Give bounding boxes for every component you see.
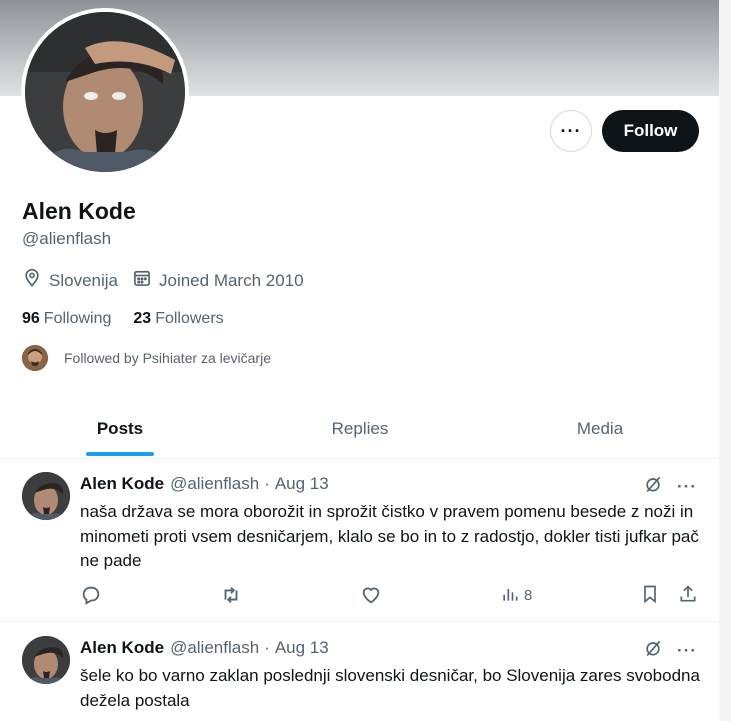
views-button[interactable]: 8 <box>500 584 532 607</box>
location-item: Slovenija <box>22 268 118 293</box>
profile-meta: Slovenija Joined March 2010 <box>22 268 318 293</box>
bookmark-button[interactable] <box>640 584 660 607</box>
tweet[interactable]: Alen Kode @alienflash · Aug 13 ··· šele … <box>0 622 719 722</box>
like-button[interactable] <box>360 584 382 609</box>
tweet-author-handle[interactable]: @alienflash <box>170 474 259 494</box>
heart-icon <box>360 584 382 609</box>
tab-media[interactable]: Media <box>510 400 690 458</box>
following-label: Following <box>43 310 112 327</box>
tweet-author-name[interactable]: Alen Kode <box>80 638 164 658</box>
followers-count: 23 <box>133 310 152 327</box>
views-count: 8 <box>524 587 533 604</box>
follow-button[interactable]: Follow <box>602 110 699 152</box>
follower-avatar <box>22 345 48 371</box>
repost-button[interactable] <box>220 584 242 609</box>
location-text: Slovenija <box>49 270 118 290</box>
tweet-date[interactable]: Aug 13 <box>275 638 329 658</box>
grok-slash-icon[interactable] <box>643 638 663 663</box>
bookmark-icon <box>640 584 660 607</box>
followed-by-text: Followed by Psihiater za levičarje <box>64 350 271 366</box>
grok-slash-icon[interactable] <box>643 474 663 499</box>
views-bars-icon <box>500 584 520 607</box>
tweet-avatar[interactable] <box>22 636 70 684</box>
location-pin-icon <box>22 268 49 293</box>
tab-replies[interactable]: Replies <box>270 400 450 458</box>
followers-label: Followers <box>155 310 224 327</box>
following-count: 96 <box>22 310 40 327</box>
profile-avatar[interactable] <box>25 12 185 172</box>
profile-name: Alen Kode <box>22 198 136 224</box>
active-tab-indicator <box>86 452 154 456</box>
tweet-more-button[interactable]: ··· <box>677 477 697 497</box>
tweet-text: naša država se mora oborožit in sprožit … <box>80 502 699 570</box>
page-edge <box>719 0 731 721</box>
tweet-text: šele ko bo varno zaklan poslednji sloven… <box>80 666 700 710</box>
tweet-author-name[interactable]: Alen Kode <box>80 474 164 494</box>
share-icon <box>678 584 698 607</box>
tweet-actions: 8 <box>80 584 700 610</box>
tweet-more-button[interactable]: ··· <box>677 641 697 661</box>
share-button[interactable] <box>678 584 698 607</box>
tweet-header: Alen Kode @alienflash · Aug 13 <box>80 638 329 658</box>
reply-button[interactable] <box>80 584 102 609</box>
followed-by[interactable]: Followed by Psihiater za levičarje <box>22 345 271 371</box>
profile-tabs: Posts Replies Media <box>0 400 719 459</box>
calendar-icon <box>132 268 159 293</box>
joined-item: Joined March 2010 <box>132 268 304 293</box>
repost-icon <box>220 584 242 609</box>
tweet-author-handle[interactable]: @alienflash <box>170 638 259 658</box>
tweet-separator: · <box>264 474 270 493</box>
tweet-top-right: ··· <box>643 638 697 663</box>
tweet-top-right: ··· <box>643 474 697 499</box>
profile-handle: @alienflash <box>22 229 112 248</box>
more-options-button[interactable]: ··· <box>550 110 592 152</box>
tweet-avatar[interactable] <box>22 472 70 520</box>
followers-link[interactable]: 23 Followers <box>133 310 223 328</box>
joined-text: Joined March 2010 <box>159 270 304 290</box>
tweet[interactable]: Alen Kode @alienflash · Aug 13 ··· naša … <box>0 458 719 622</box>
tab-posts[interactable]: Posts <box>30 400 210 458</box>
tweet-header: Alen Kode @alienflash · Aug 13 <box>80 474 329 494</box>
following-link[interactable]: 96 Following <box>22 310 111 328</box>
tweet-separator: · <box>264 638 270 657</box>
profile-stats: 96 Following 23 Followers <box>22 310 246 328</box>
tweet-date[interactable]: Aug 13 <box>275 474 329 494</box>
reply-icon <box>80 584 102 609</box>
